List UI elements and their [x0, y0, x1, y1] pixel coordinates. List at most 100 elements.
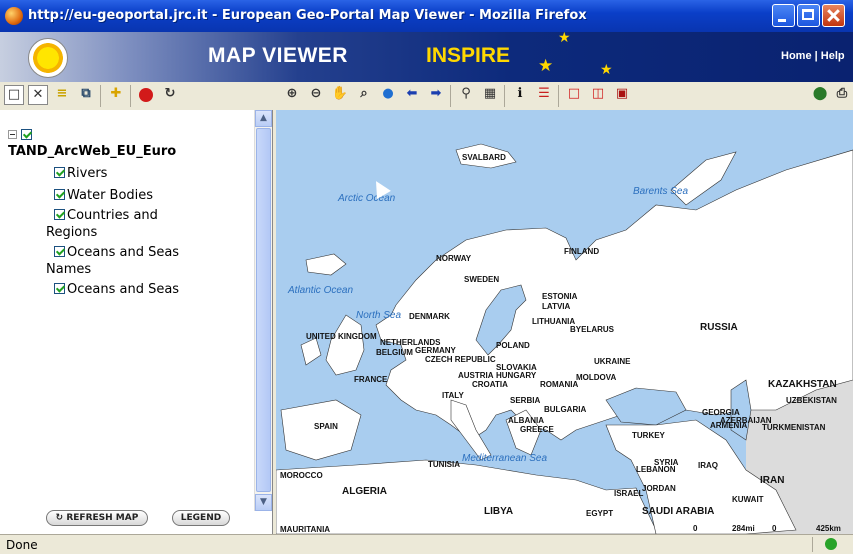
layer-item[interactable]: Water Bodies: [54, 187, 153, 204]
layer-label-continued: Regions: [46, 225, 98, 240]
layer-item[interactable]: Countries and: [54, 207, 158, 224]
label-turkmenistan: TURKMENISTAN: [762, 423, 826, 432]
measure-icon[interactable]: ▦: [480, 85, 500, 105]
globe-icon[interactable]: ●: [378, 85, 398, 105]
print-icon[interactable]: ⎙: [832, 85, 852, 105]
label-uzbekistan: UZBEKISTAN: [786, 396, 837, 405]
label-france: FRANCE: [354, 375, 388, 384]
clear-selection-icon[interactable]: ▣: [612, 85, 632, 105]
map-canvas[interactable]: SVALBARD Barents Sea Arctic Ocean Atlant…: [276, 110, 853, 534]
remove-layer-icon[interactable]: ✕: [28, 85, 48, 105]
scale-zero: 0: [693, 524, 698, 533]
layer-checkbox[interactable]: [54, 209, 65, 220]
new-layer-icon[interactable]: □: [4, 85, 24, 105]
binoculars-icon[interactable]: ⚲: [456, 85, 476, 105]
layer-properties-icon[interactable]: ≡: [52, 85, 72, 105]
label-hungary: HUNGARY: [496, 371, 537, 380]
inspire-brand: INSPIRE: [426, 44, 511, 67]
header-banner: MAP VIEWER INSPIRE ★ ★ ★ Home | Help: [0, 32, 853, 82]
group-checkbox[interactable]: [21, 129, 32, 140]
home-help-links[interactable]: Home | Help: [781, 50, 845, 62]
select-point-icon[interactable]: ◫: [588, 85, 608, 105]
layer-label: Water Bodies: [67, 188, 154, 203]
stop-icon[interactable]: [136, 85, 156, 105]
forward-arrow-icon[interactable]: ➡: [426, 85, 446, 105]
pan-hand-icon[interactable]: ✋: [330, 85, 350, 105]
status-divider: [812, 537, 813, 552]
layer-item[interactable]: Oceans and Seas: [54, 281, 179, 298]
scroll-up-icon[interactable]: ▲: [255, 110, 272, 127]
star-icon: ★: [558, 32, 571, 46]
layer-checkbox[interactable]: [54, 283, 65, 294]
zoom-out-icon[interactable]: ⊖: [306, 85, 326, 105]
layer-toolbar: □ ✕ ≡ ⧉ ✚ ↻: [0, 82, 273, 111]
layer-order-icon[interactable]: ⧉: [76, 85, 96, 105]
toolbar-separator: [100, 85, 101, 107]
refresh-icon[interactable]: ↻: [160, 85, 180, 105]
refresh-map-button[interactable]: ↻ REFRESH MAP: [46, 510, 148, 526]
label-estonia: ESTONIA: [542, 292, 578, 301]
collapse-icon[interactable]: [8, 130, 17, 139]
window-title-bar: http://eu-geoportal.jrc.it - European Ge…: [0, 0, 853, 32]
layer-label: Oceans and Seas: [67, 245, 180, 260]
label-egypt: EGYPT: [586, 509, 613, 518]
layer-label-continued: Names: [46, 262, 92, 277]
label-kuwait: KUWAIT: [732, 495, 764, 504]
close-button[interactable]: [822, 4, 845, 27]
map-viewer-title: MAP VIEWER: [208, 44, 348, 67]
map-toolbar: ⊕ ⊖ ✋ ⌕ ● ⬅ ➡ ⚲ ▦ ℹ ☰ □ ◫ ▣ ⬤ ⎙: [276, 82, 853, 111]
minimize-button[interactable]: [772, 4, 795, 27]
label-barents-sea: Barents Sea: [633, 186, 688, 197]
label-russia: RUSSIA: [700, 322, 738, 333]
layer-checkbox[interactable]: [54, 167, 65, 178]
label-belarus: BYELARUS: [570, 325, 615, 334]
label-germany: GERMANY: [415, 346, 457, 355]
scale-km: 425km: [816, 524, 841, 533]
info-icon[interactable]: ℹ: [510, 85, 530, 105]
label-morocco: MOROCCO: [280, 471, 323, 480]
firefox-icon: [5, 7, 23, 25]
layer-checkbox[interactable]: [54, 246, 65, 257]
toolbar-separator: [504, 85, 505, 107]
star-icon: ★: [538, 56, 554, 76]
label-lithuania: LITHUANIA: [532, 317, 575, 326]
layers-panel: TAND_ArcWeb_EU_Euro Rivers Water Bodies …: [0, 110, 273, 534]
label-libya: LIBYA: [484, 506, 513, 517]
label-norway: NORWAY: [436, 254, 472, 263]
toolbar-separator: [130, 85, 131, 107]
label-romania: ROMANIA: [540, 380, 578, 389]
status-bar: Done: [0, 534, 853, 554]
add-service-icon[interactable]: ✚: [106, 85, 126, 105]
star-icon: ★: [600, 62, 613, 78]
label-mauritania: MAURITANIA: [280, 525, 330, 534]
zoom-extent-icon[interactable]: ⌕: [354, 85, 374, 105]
map-view[interactable]: SVALBARD Barents Sea Arctic Ocean Atlant…: [276, 110, 853, 534]
label-italy: ITALY: [442, 391, 464, 400]
back-arrow-icon[interactable]: ⬅: [402, 85, 422, 105]
layers-scrollbar[interactable]: ▲ ▼: [254, 110, 272, 511]
label-iran: IRAN: [760, 475, 784, 486]
zoom-in-icon[interactable]: ⊕: [282, 85, 302, 105]
scroll-thumb[interactable]: [256, 128, 271, 492]
label-greece: GREECE: [520, 425, 554, 434]
label-north-sea: North Sea: [356, 310, 401, 321]
layer-group: TAND_ArcWeb_EU_Euro: [8, 128, 176, 159]
layer-label: Oceans and Seas: [67, 282, 180, 297]
scale-miles: 284mi: [732, 524, 755, 533]
layer-item[interactable]: Oceans and Seas: [54, 244, 179, 261]
label-armenia: ARMENIA: [710, 421, 748, 430]
label-poland: POLAND: [496, 341, 530, 350]
window-title: http://eu-geoportal.jrc.it - European Ge…: [28, 8, 587, 23]
legend-list-icon[interactable]: ☰: [534, 85, 554, 105]
label-bulgaria: BULGARIA: [544, 405, 586, 414]
label-lebanon: LEBANON: [636, 465, 676, 474]
legend-button[interactable]: LEGEND: [172, 510, 230, 526]
status-text: Done: [6, 538, 38, 552]
maximize-button[interactable]: [797, 4, 820, 27]
select-rectangle-icon[interactable]: □: [564, 85, 584, 105]
download-icon[interactable]: ⬤: [810, 85, 830, 105]
layer-checkbox[interactable]: [54, 189, 65, 200]
layer-item[interactable]: Rivers: [54, 165, 107, 182]
label-tunisia: TUNISIA: [428, 460, 460, 469]
scroll-down-icon[interactable]: ▼: [255, 494, 272, 511]
